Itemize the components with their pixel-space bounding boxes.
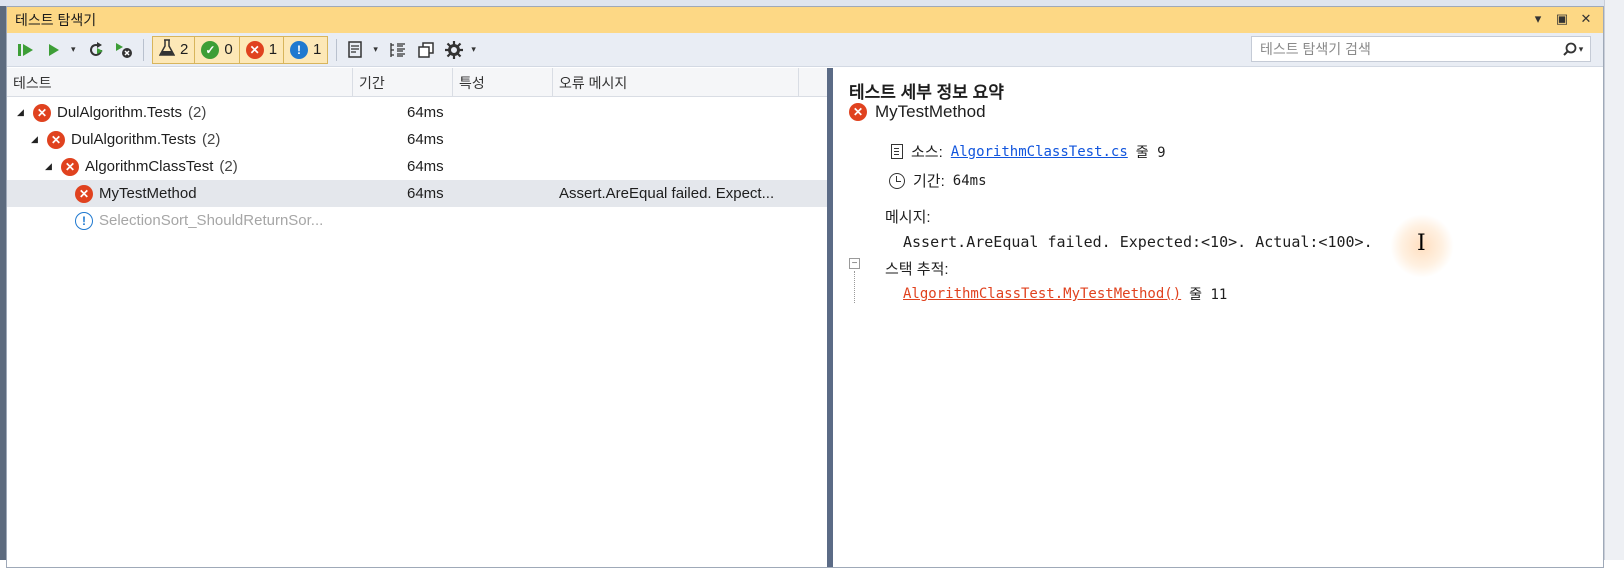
copy-icon[interactable] <box>415 39 437 61</box>
detail-message-text: Assert.AreEqual failed. Expected:<10>. A… <box>903 233 1373 251</box>
x-icon: ✕ <box>245 40 264 59</box>
test-list-pane: 테스트 기간 특성 오류 메시지 ◢ ✕ DulAlgorithm.Tests … <box>7 68 827 567</box>
toolbar: ▾ 2 ✓ 0 ✕ 1 ! 1 ▾ ▾ 테스트 탐색기 검색 ▾ <box>7 33 1603 67</box>
group-by-icon[interactable] <box>387 39 409 61</box>
test-duration: 64ms <box>407 131 444 148</box>
flask-icon <box>158 38 176 61</box>
failed-icon: ✕ <box>47 130 65 149</box>
filter-failed-count: 1 <box>268 41 278 58</box>
filter-total[interactable]: 2 <box>153 36 196 63</box>
detail-stack-frame: AlgorithmClassTest.MyTestMethod() 줄 11 <box>903 284 1227 304</box>
test-name: AlgorithmClassTest <box>85 158 214 175</box>
expand-arrow-icon[interactable]: ◢ <box>45 161 55 172</box>
detail-test-name: MyTestMethod <box>875 102 986 121</box>
test-detail-pane: 테스트 세부 정보 요약 ✕ MyTestMethod 소스: Algorith… <box>833 68 1603 567</box>
run-icon[interactable] <box>43 39 65 61</box>
settings-gear-icon[interactable] <box>443 39 465 61</box>
test-explorer-window: 테스트 탐색기 ▾ ▣ ✕ ▾ 2 ✓ 0 ✕ 1 ! 1 ▾ ▾ 테스트 탐색… <box>6 6 1604 568</box>
cancel-icon[interactable] <box>113 39 135 61</box>
column-header-error-message[interactable]: 오류 메시지 <box>553 68 799 97</box>
detail-duration: 기간: 64ms <box>889 170 987 191</box>
test-count: (2) <box>202 131 221 148</box>
detail-message-label: 메시지: <box>885 209 931 226</box>
collapse-icon[interactable]: − <box>849 258 860 269</box>
expand-arrow-icon[interactable]: ◢ <box>17 107 27 118</box>
test-duration: 64ms <box>407 104 444 121</box>
filter-passed[interactable]: ✓ 0 <box>195 36 240 63</box>
source-file-icon <box>891 144 903 159</box>
skipped-icon: ! <box>75 211 93 230</box>
table-row[interactable]: ✕ MyTestMethod 64ms Assert.AreEqual fail… <box>7 180 827 207</box>
dropdown-icon[interactable]: ▾ <box>1531 10 1545 28</box>
stack-frame-link[interactable]: AlgorithmClassTest.MyTestMethod() <box>903 286 1181 302</box>
test-count: (2) <box>188 104 207 121</box>
search-input[interactable] <box>1252 41 1556 57</box>
search-box[interactable]: ▾ <box>1251 36 1591 62</box>
table-row[interactable]: ◢ ✕ AlgorithmClassTest (2) 64ms <box>7 153 827 180</box>
detail-test: ✕ MyTestMethod <box>849 102 986 122</box>
detail-source: 소스: AlgorithmClassTest.cs 줄 9 <box>891 141 1166 162</box>
playlist-icon[interactable] <box>345 39 367 61</box>
title-bar[interactable]: 테스트 탐색기 ▾ ▣ ✕ <box>7 7 1603 33</box>
toolbar-separator <box>143 38 144 61</box>
table-row[interactable]: ! SelectionSort_ShouldReturnSor... <box>7 207 827 234</box>
expand-arrow-icon[interactable]: ◢ <box>31 134 41 145</box>
test-name: DulAlgorithm.Tests <box>57 104 183 121</box>
test-duration: 64ms <box>407 185 444 202</box>
failed-icon: ✕ <box>75 184 93 203</box>
detail-summary: 테스트 세부 정보 요약 <box>849 78 1589 103</box>
failed-icon: ✕ <box>61 157 79 176</box>
filter-group: 2 ✓ 0 ✕ 1 ! 1 <box>152 35 329 64</box>
filter-failed[interactable]: ✕ 1 <box>240 36 285 63</box>
filter-skipped[interactable]: ! 1 <box>284 37 327 63</box>
playlist-dropdown-icon[interactable]: ▾ <box>373 44 381 55</box>
window-title: 테스트 탐색기 <box>15 12 97 28</box>
column-headers: 테스트 기간 특성 오류 메시지 <box>7 68 827 97</box>
test-name: MyTestMethod <box>99 185 197 202</box>
run-all-icon[interactable] <box>15 39 37 61</box>
failed-icon: ✕ <box>849 103 867 121</box>
column-header-traits[interactable]: 특성 <box>453 68 553 97</box>
source-label: 소스: <box>911 144 943 161</box>
maximize-icon[interactable]: ▣ <box>1555 10 1569 28</box>
toolbar-separator <box>336 38 338 61</box>
test-error-message: Assert.AreEqual failed. Expect... <box>559 185 775 202</box>
test-name: SelectionSort_ShouldReturnSor... <box>99 212 324 229</box>
table-row[interactable]: ◢ ✕ DulAlgorithm.Tests (2) 64ms <box>7 99 827 126</box>
detail-heading: 테스트 세부 정보 요약 <box>849 83 1004 102</box>
refresh-icon[interactable] <box>85 39 107 61</box>
check-icon: ✓ <box>201 40 220 59</box>
warning-icon: ! <box>290 40 309 59</box>
duration-value: 64ms <box>952 172 987 189</box>
duration-label: 기간: <box>913 173 945 190</box>
filter-skipped-count: 1 <box>313 41 322 58</box>
settings-dropdown-icon[interactable]: ▾ <box>471 44 479 55</box>
filter-total-count: 2 <box>180 41 189 58</box>
stack-line-label: 줄 11 <box>1189 287 1228 303</box>
background-right-edge <box>1604 0 1624 576</box>
failed-icon: ✕ <box>33 103 51 122</box>
detail-stack-label: 스택 추적: <box>885 261 949 278</box>
test-duration: 64ms <box>407 158 444 175</box>
test-name: DulAlgorithm.Tests <box>71 131 197 148</box>
column-header-test[interactable]: 테스트 <box>7 68 353 97</box>
test-count: (2) <box>219 158 238 175</box>
window-buttons: ▾ ▣ ✕ <box>1531 10 1593 28</box>
filter-passed-count: 0 <box>224 41 233 58</box>
search-dropdown-icon[interactable]: ▾ <box>1579 44 1584 55</box>
column-header-duration[interactable]: 기간 <box>353 68 453 97</box>
run-dropdown-icon[interactable]: ▾ <box>71 44 79 55</box>
table-row[interactable]: ◢ ✕ DulAlgorithm.Tests (2) 64ms <box>7 126 827 153</box>
source-file-link[interactable]: AlgorithmClassTest.cs <box>951 144 1128 160</box>
close-icon[interactable]: ✕ <box>1579 10 1593 28</box>
search-icon[interactable]: ▾ <box>1556 42 1590 56</box>
source-line-label: 줄 9 <box>1135 144 1166 161</box>
test-tree: ◢ ✕ DulAlgorithm.Tests (2) 64ms ◢ ✕ DulA… <box>7 99 827 234</box>
outline-guide <box>854 271 855 303</box>
text-cursor-icon: I <box>1417 231 1426 256</box>
clock-icon <box>889 172 905 189</box>
